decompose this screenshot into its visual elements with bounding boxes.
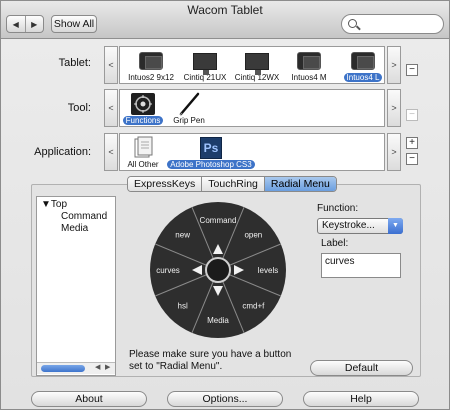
cintiq-icon <box>245 49 269 75</box>
radial-segment-label[interactable]: cmd+f <box>242 301 265 310</box>
scroll-left-icon[interactable]: ◀ <box>95 363 100 371</box>
wacom-prefs-window: Wacom Tablet ◀ ▶ Show All Tablet: < Intu… <box>0 0 450 410</box>
forward-arrow-icon[interactable]: ▶ <box>26 16 44 32</box>
remove-tool-button[interactable]: − <box>406 109 418 121</box>
default-button[interactable]: Default <box>310 360 413 376</box>
search-icon <box>348 19 357 28</box>
radial-segment-label[interactable]: curves <box>156 266 180 275</box>
radial-segment-label[interactable]: levels <box>258 266 278 275</box>
tablet-item[interactable]: Intuos4 L <box>338 47 388 85</box>
tree-item-media[interactable]: Media <box>61 223 115 235</box>
tablet-icon <box>351 49 375 73</box>
tablet-row-label: Tablet: <box>58 57 91 69</box>
radial-segment-label[interactable]: Command <box>200 216 237 225</box>
remove-application-button[interactable]: − <box>406 153 418 165</box>
tool-functions-label: Functions <box>122 116 164 125</box>
options-button[interactable]: Options... <box>167 391 283 407</box>
tablet-item-label: Intuos2 9x12 <box>128 73 174 82</box>
tablet-icon <box>297 49 321 73</box>
function-popup[interactable]: Keystroke... ▼ <box>317 218 403 234</box>
radial-menu-tree[interactable]: ▼Top Command Media <box>36 196 116 376</box>
tool-scroll-right-button[interactable]: > <box>387 89 401 127</box>
function-label: Function: <box>317 203 359 214</box>
application-scroll-right-button[interactable]: > <box>387 133 401 171</box>
tool-grip-pen-label: Grip Pen <box>173 116 205 125</box>
radial-segment-label[interactable]: hsl <box>178 301 188 310</box>
tablet-strip: Intuos2 9x12 Cintiq 21UX Cintiq 12WX Intuos… <box>119 46 385 84</box>
tab-expresskeys[interactable]: ExpressKeys <box>128 177 203 191</box>
radial-menu-graphic[interactable]: Command open levels cmd+f Media hsl curves new <box>147 199 289 341</box>
tablet-item-label: Intuos4 L <box>343 73 383 82</box>
tool-functions[interactable]: Functions <box>122 90 164 128</box>
search-field[interactable] <box>341 14 444 34</box>
search-input[interactable] <box>360 17 440 31</box>
tablet-item[interactable]: Intuos4 M <box>284 47 334 85</box>
tree-root-item[interactable]: ▼Top <box>41 199 115 211</box>
cintiq-icon <box>193 49 217 75</box>
application-row-label: Application: <box>34 146 91 158</box>
label-field[interactable]: curves <box>321 253 401 278</box>
tree-horizontal-scrollbar[interactable]: ◀ ▶ <box>37 362 115 374</box>
tool-row-label: Tool: <box>67 102 91 114</box>
tool-strip: Functions Grip Pen <box>119 89 385 127</box>
application-scroll-left-button[interactable]: < <box>104 133 118 171</box>
scrollbar-thumb[interactable] <box>41 365 85 372</box>
radial-segment-label[interactable]: open <box>244 231 262 240</box>
settings-tabs: ExpressKeys TouchRing Radial Menu <box>127 176 337 192</box>
disclosure-triangle-icon[interactable]: ▼ <box>41 199 51 210</box>
tablet-item[interactable]: Cintiq 21UX <box>180 47 230 85</box>
tree-item-command[interactable]: Command <box>61 211 115 223</box>
tool-scroll-left-button[interactable]: < <box>104 89 118 127</box>
radial-center-button[interactable] <box>205 257 231 283</box>
label-label: Label: <box>321 238 349 249</box>
radial-menu-wheel[interactable]: Command open levels cmd+f Media hsl curves new <box>147 199 289 341</box>
tool-grip-pen[interactable]: Grip Pen <box>170 90 208 128</box>
back-arrow-icon[interactable]: ◀ <box>7 16 26 32</box>
tablet-scroll-left-button[interactable]: < <box>104 46 118 84</box>
photoshop-icon-text: Ps <box>200 137 222 159</box>
tablet-icon <box>139 49 163 73</box>
functions-icon <box>130 92 156 116</box>
about-button[interactable]: About <box>31 391 147 407</box>
back-forward-control[interactable]: ◀ ▶ <box>6 15 44 33</box>
show-all-button[interactable]: Show All <box>51 15 97 33</box>
application-strip: All Other Ps Adobe Photoshop CS3 <box>119 133 385 171</box>
app-photoshop-label: Adobe Photoshop CS3 <box>167 160 255 169</box>
tablet-item-label: Intuos4 M <box>291 73 327 82</box>
title-bar: Wacom Tablet ◀ ▶ Show All <box>1 1 449 39</box>
scroll-right-icon[interactable]: ▶ <box>105 363 110 371</box>
help-button[interactable]: Help <box>303 391 419 407</box>
app-photoshop[interactable]: Ps Adobe Photoshop CS3 <box>166 134 256 172</box>
photoshop-icon: Ps <box>200 136 222 160</box>
tablet-scroll-right-button[interactable]: > <box>387 46 401 84</box>
app-all-other-label: All Other <box>127 160 159 169</box>
remove-tablet-button[interactable]: − <box>406 64 418 76</box>
add-application-button[interactable]: + <box>406 137 418 149</box>
function-popup-value: Keystroke... <box>322 220 375 231</box>
app-all-other[interactable]: All Other <box>126 134 160 172</box>
tablet-item[interactable]: Cintiq 12WX <box>232 47 282 85</box>
all-other-icon <box>132 136 154 160</box>
pen-icon <box>176 92 202 116</box>
radial-segment-label[interactable]: new <box>175 231 190 240</box>
radial-menu-note: Please make sure you have a button set t… <box>129 349 292 372</box>
tablet-item[interactable]: Intuos2 9x12 <box>126 47 176 85</box>
tab-touchring[interactable]: TouchRing <box>202 177 265 191</box>
tab-radial-menu[interactable]: Radial Menu <box>264 177 336 191</box>
popup-arrows-icon: ▼ <box>388 218 403 234</box>
radial-segment-label[interactable]: Media <box>207 316 229 325</box>
